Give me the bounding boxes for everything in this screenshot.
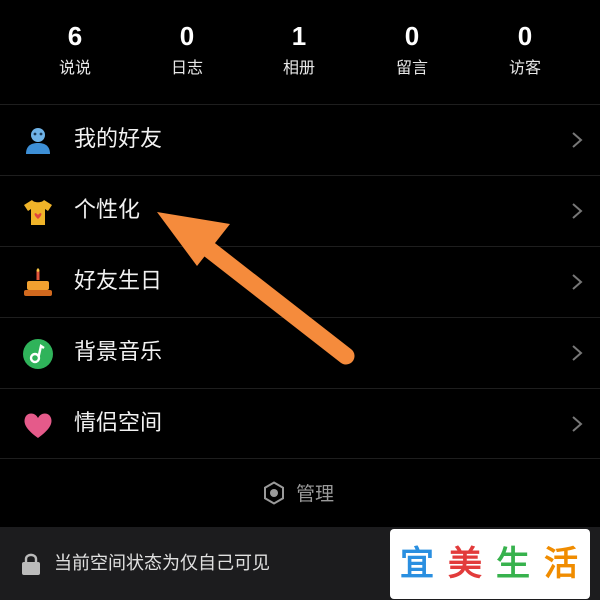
stat-value: 1 xyxy=(291,21,307,51)
menu-item-label: 情侣空间 xyxy=(74,411,163,436)
watermark-char: 活 xyxy=(544,544,578,584)
stat-shuoshuo[interactable]: 6 说说 xyxy=(30,18,120,80)
menu-item-friends[interactable]: 我的好友 xyxy=(0,104,600,175)
chevron-right-icon xyxy=(572,416,583,432)
chevron-right-icon xyxy=(572,203,583,219)
menu-item-personalize[interactable]: 个性化 xyxy=(0,175,600,246)
menu-item-music[interactable]: 背景音乐 xyxy=(0,317,600,388)
hexagon-settings-icon xyxy=(264,481,284,505)
chevron-right-icon xyxy=(572,132,583,148)
stat-value: 0 xyxy=(404,21,420,51)
stat-xiangce[interactable]: 1 相册 xyxy=(254,18,344,80)
menu-item-label: 个性化 xyxy=(74,198,141,223)
stat-label: 访客 xyxy=(508,58,541,77)
menu-item-label: 好友生日 xyxy=(74,269,163,294)
stat-liuyan[interactable]: 0 留言 xyxy=(367,18,457,80)
stat-value: 6 xyxy=(67,21,83,51)
menu-list: 我的好友 个性化 好友生日 背景音乐 情侣空间 xyxy=(0,104,600,459)
menu-item-label: 背景音乐 xyxy=(74,340,163,365)
tshirt-icon xyxy=(24,200,52,225)
stat-value: 0 xyxy=(517,21,533,51)
stat-label: 日志 xyxy=(170,58,203,77)
stat-value: 0 xyxy=(179,21,195,51)
chevron-right-icon xyxy=(572,274,583,290)
stat-label: 说说 xyxy=(58,58,91,77)
watermark-char: 美 xyxy=(448,544,482,584)
music-icon xyxy=(23,339,53,369)
stat-rizhi[interactable]: 0 日志 xyxy=(142,18,232,80)
stat-fangke[interactable]: 0 访客 xyxy=(480,18,570,80)
menu-item-couple[interactable]: 情侣空间 xyxy=(0,388,600,459)
menu-item-label: 我的好友 xyxy=(74,127,163,152)
heart-icon xyxy=(24,413,52,438)
chevron-right-icon xyxy=(572,345,583,361)
cake-icon xyxy=(24,268,52,296)
lock-icon xyxy=(22,553,40,575)
friends-icon xyxy=(26,128,50,154)
menu-item-birthday[interactable]: 好友生日 xyxy=(0,246,600,317)
watermark-char: 生 xyxy=(496,544,530,584)
privacy-status-text: 当前空间状态为仅自己可见 xyxy=(54,553,270,574)
stat-label: 留言 xyxy=(395,58,428,77)
watermark-char: 宜 xyxy=(400,544,434,584)
manage-label: 管理 xyxy=(296,483,335,505)
stat-label: 相册 xyxy=(282,58,315,77)
watermark-logo: 宜 美 生 活 xyxy=(390,529,590,599)
manage-button[interactable]: 管理 xyxy=(0,458,600,527)
stats-row: 6 说说 0 日志 1 相册 0 留言 0 访客 xyxy=(0,18,600,98)
